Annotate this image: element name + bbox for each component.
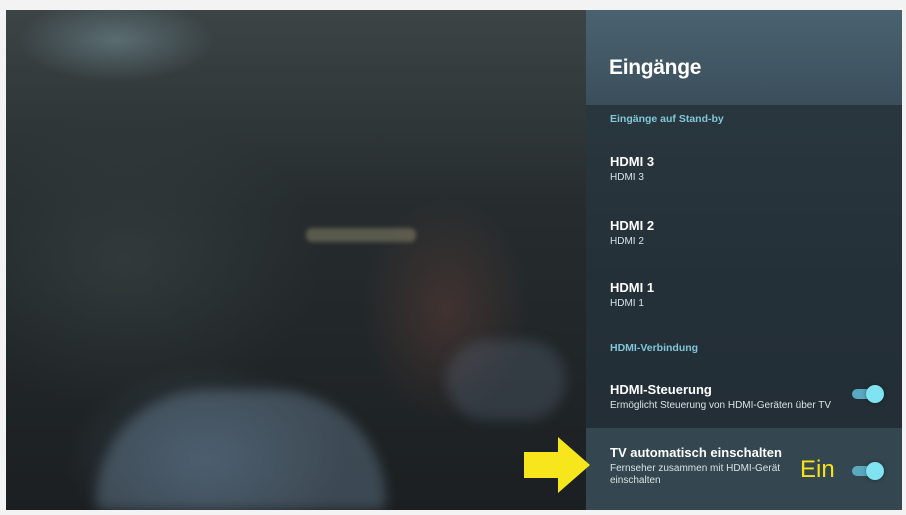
item-subtitle: HDMI 1	[610, 298, 644, 309]
tv-screen: Eingänge Eingänge auf Stand-by HDMI 3 HD…	[6, 10, 902, 510]
item-title: HDMI 3	[610, 154, 655, 169]
item-subtitle: Ermöglicht Steuerung von HDMI-Geräten üb…	[610, 400, 832, 411]
settings-panel: Eingänge Eingänge auf Stand-by HDMI 3 HD…	[586, 10, 902, 510]
annotation-arrow-icon	[524, 437, 590, 493]
tv-content-area	[6, 10, 586, 510]
item-title: HDMI 2	[610, 218, 655, 233]
list-item-hdmi-control[interactable]: HDMI-Steuerung Ermöglicht Steuerung von …	[586, 382, 902, 422]
item-title: TV automatisch einschalten	[610, 445, 782, 460]
annotation-label: Ein	[800, 456, 835, 483]
item-title: HDMI-Steuerung	[610, 382, 712, 397]
section-label-hdmi-connection: HDMI-Verbindung	[610, 342, 699, 354]
item-subtitle: HDMI 3	[610, 172, 644, 183]
panel-title: Eingänge	[609, 56, 702, 79]
list-item-auto-power-on[interactable]: TV automatisch einschalten Fernseher zus…	[586, 428, 902, 510]
section-label-standby: Eingänge auf Stand-by	[610, 113, 724, 125]
toggle-thumb	[866, 385, 884, 403]
screen-reflection	[96, 390, 386, 510]
screen-reflection	[446, 340, 566, 420]
auto-power-on-toggle[interactable]	[852, 462, 884, 480]
screen-reflection	[306, 228, 416, 242]
panel-header: Eingänge	[586, 10, 902, 105]
toggle-thumb	[866, 462, 884, 480]
item-subtitle: Fernseher zusammen mit HDMI-Gerät einsch…	[610, 463, 781, 486]
item-title: HDMI 1	[610, 280, 655, 295]
list-item-hdmi-3[interactable]: HDMI 3 HDMI 3	[586, 154, 902, 194]
hdmi-control-toggle[interactable]	[852, 385, 884, 403]
item-subtitle: HDMI 2	[610, 236, 644, 247]
list-item-hdmi-2[interactable]: HDMI 2 HDMI 2	[586, 218, 902, 258]
list-item-hdmi-1[interactable]: HDMI 1 HDMI 1	[586, 280, 902, 320]
